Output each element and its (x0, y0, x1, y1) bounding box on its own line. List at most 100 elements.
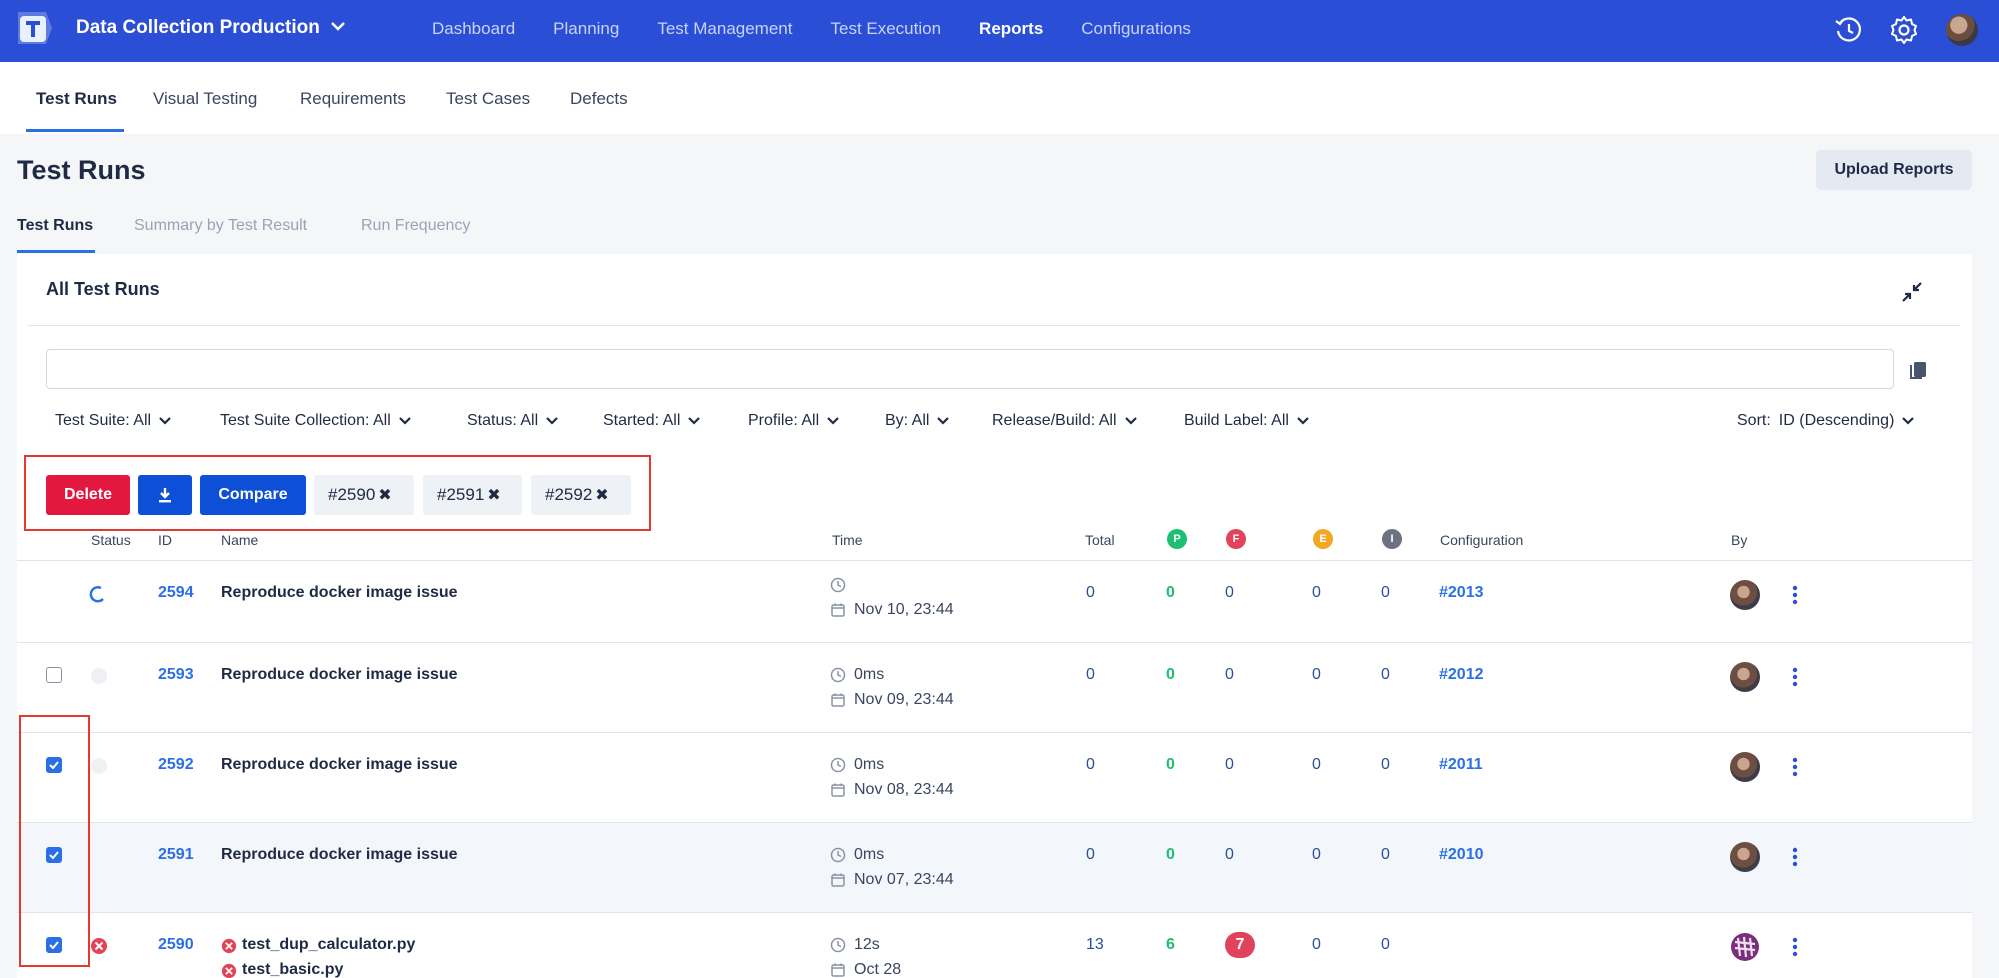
clock-icon (830, 937, 846, 953)
nav-dashboard[interactable]: Dashboard (432, 19, 515, 39)
user-avatar[interactable] (1946, 14, 1978, 46)
run-name[interactable]: Reproduce docker image issue (221, 846, 458, 864)
more-options-icon[interactable] (1792, 847, 1798, 867)
row-checkbox[interactable] (46, 667, 62, 683)
chevron-down-icon[interactable] (330, 20, 346, 32)
run-date: Nov 07, 23:44 (830, 871, 954, 889)
run-name[interactable]: Reproduce docker image issue (221, 756, 458, 774)
clock-icon (830, 577, 846, 593)
copy-icon[interactable] (1908, 357, 1930, 381)
nav-test-management[interactable]: Test Management (657, 19, 792, 39)
more-options-icon[interactable] (1792, 585, 1798, 605)
run-id[interactable]: 2593 (158, 666, 194, 684)
table-row[interactable]: 2593 Reproduce docker image issue 0ms No… (17, 642, 1972, 732)
configuration-link[interactable]: #2011 (1439, 756, 1483, 774)
project-name[interactable]: Data Collection Production (76, 17, 320, 39)
header-by[interactable]: By (1731, 532, 1747, 548)
avatar[interactable] (1730, 580, 1760, 610)
run-date: Nov 09, 23:44 (830, 691, 954, 709)
header-passed-icon[interactable]: P (1167, 529, 1187, 549)
error-count: 0 (1312, 756, 1321, 773)
error-count: 0 (1312, 666, 1321, 683)
filter-profile-label: Profile: All (748, 412, 820, 429)
filter-build-label[interactable]: Build Label: All (1184, 412, 1309, 430)
header-error-icon[interactable]: E (1313, 529, 1333, 549)
upload-reports-button[interactable]: Upload Reports (1816, 150, 1972, 190)
tab-summary-by-test-result[interactable]: Summary by Test Result (134, 217, 307, 235)
run-id[interactable]: 2590 (158, 936, 194, 954)
chevron-down-icon (546, 417, 558, 425)
filter-started[interactable]: Started: All (603, 412, 701, 430)
compare-button[interactable]: Compare (200, 475, 306, 515)
header-status[interactable]: Status (91, 532, 131, 548)
table-row[interactable]: 2590 test_dup_calculator.py test_basic.p… (17, 912, 1972, 978)
date-text: Nov 10, 23:44 (854, 601, 954, 618)
run-id[interactable]: 2594 (158, 584, 194, 602)
nav-planning[interactable]: Planning (553, 19, 619, 39)
avatar[interactable] (1730, 752, 1760, 782)
avatar[interactable] (1730, 932, 1760, 962)
more-options-icon[interactable] (1792, 757, 1798, 777)
filter-by[interactable]: By: All (885, 412, 950, 430)
header-time[interactable]: Time (832, 532, 863, 548)
nav-test-execution[interactable]: Test Execution (830, 19, 941, 39)
filter-build-label-label: Build Label: All (1184, 412, 1289, 429)
date-text: Nov 07, 23:44 (854, 871, 954, 888)
header-id[interactable]: ID (158, 532, 172, 548)
gear-icon[interactable] (1888, 14, 1920, 46)
run-name[interactable]: Reproduce docker image issue (221, 666, 458, 684)
close-icon[interactable]: ✖ (378, 485, 391, 505)
selected-chip-2591: #2591 ✖ (423, 475, 522, 515)
header-configuration[interactable]: Configuration (1440, 532, 1523, 548)
failed-status-icon (91, 938, 107, 954)
table-row[interactable]: 2594 Reproduce docker image issue Nov 10… (17, 560, 1972, 642)
header-failed-icon[interactable]: F (1226, 529, 1246, 549)
subnav-test-cases[interactable]: Test Cases (446, 89, 530, 109)
run-name-secondary[interactable]: test_basic.py (242, 961, 343, 978)
subnav-requirements[interactable]: Requirements (300, 89, 406, 109)
running-spinner-icon (89, 586, 104, 603)
nav-reports[interactable]: Reports (979, 19, 1043, 39)
run-name[interactable]: Reproduce docker image issue (221, 584, 458, 602)
close-icon[interactable]: ✖ (595, 485, 608, 505)
delete-button[interactable]: Delete (46, 475, 130, 515)
filter-release-build[interactable]: Release/Build: All (992, 412, 1137, 430)
subnav-defects[interactable]: Defects (570, 89, 628, 109)
avatar[interactable] (1730, 842, 1760, 872)
calendar-icon (831, 603, 845, 617)
close-icon[interactable]: ✖ (487, 485, 500, 505)
header-incomplete-icon[interactable]: I (1382, 529, 1402, 549)
filter-status[interactable]: Status: All (467, 412, 558, 430)
collapse-icon[interactable] (1900, 280, 1924, 304)
tab-run-frequency[interactable]: Run Frequency (361, 217, 470, 235)
configuration-link[interactable]: #2012 (1439, 666, 1484, 684)
configuration-link[interactable]: #2013 (1439, 584, 1484, 602)
history-icon[interactable] (1833, 14, 1865, 46)
more-options-icon[interactable] (1792, 937, 1798, 957)
app-logo-icon[interactable] (16, 10, 54, 46)
run-id[interactable]: 2592 (158, 756, 194, 774)
nav-configurations[interactable]: Configurations (1081, 19, 1191, 39)
header-name[interactable]: Name (221, 532, 258, 548)
subnav-test-runs[interactable]: Test Runs (36, 89, 117, 109)
tab-test-runs[interactable]: Test Runs (17, 217, 93, 235)
filter-test-suite-collection[interactable]: Test Suite Collection: All (220, 412, 411, 430)
total-count: 13 (1086, 936, 1104, 953)
download-button[interactable] (138, 475, 192, 515)
configuration-link[interactable]: #2010 (1439, 846, 1484, 864)
total-count: 0 (1086, 584, 1095, 601)
filter-test-suite[interactable]: Test Suite: All (55, 412, 171, 430)
table-row[interactable]: 2592 Reproduce docker image issue 0ms No… (17, 732, 1972, 822)
more-options-icon[interactable] (1792, 667, 1798, 687)
search-input[interactable] (46, 349, 1894, 389)
header-total[interactable]: Total (1085, 532, 1115, 548)
filter-profile[interactable]: Profile: All (748, 412, 839, 430)
table-row[interactable]: 2591 Reproduce docker image issue 0ms No… (17, 822, 1972, 912)
avatar[interactable] (1730, 662, 1760, 692)
sort-dropdown[interactable]: Sort: ID (Descending) (1737, 412, 1915, 430)
panel-divider (28, 325, 1960, 326)
run-name[interactable]: test_dup_calculator.py (242, 936, 415, 954)
subnav-visual-testing[interactable]: Visual Testing (153, 89, 257, 109)
run-id[interactable]: 2591 (158, 846, 194, 864)
sub-navigation: Test Runs Visual Testing Requirements Te… (0, 62, 1999, 134)
